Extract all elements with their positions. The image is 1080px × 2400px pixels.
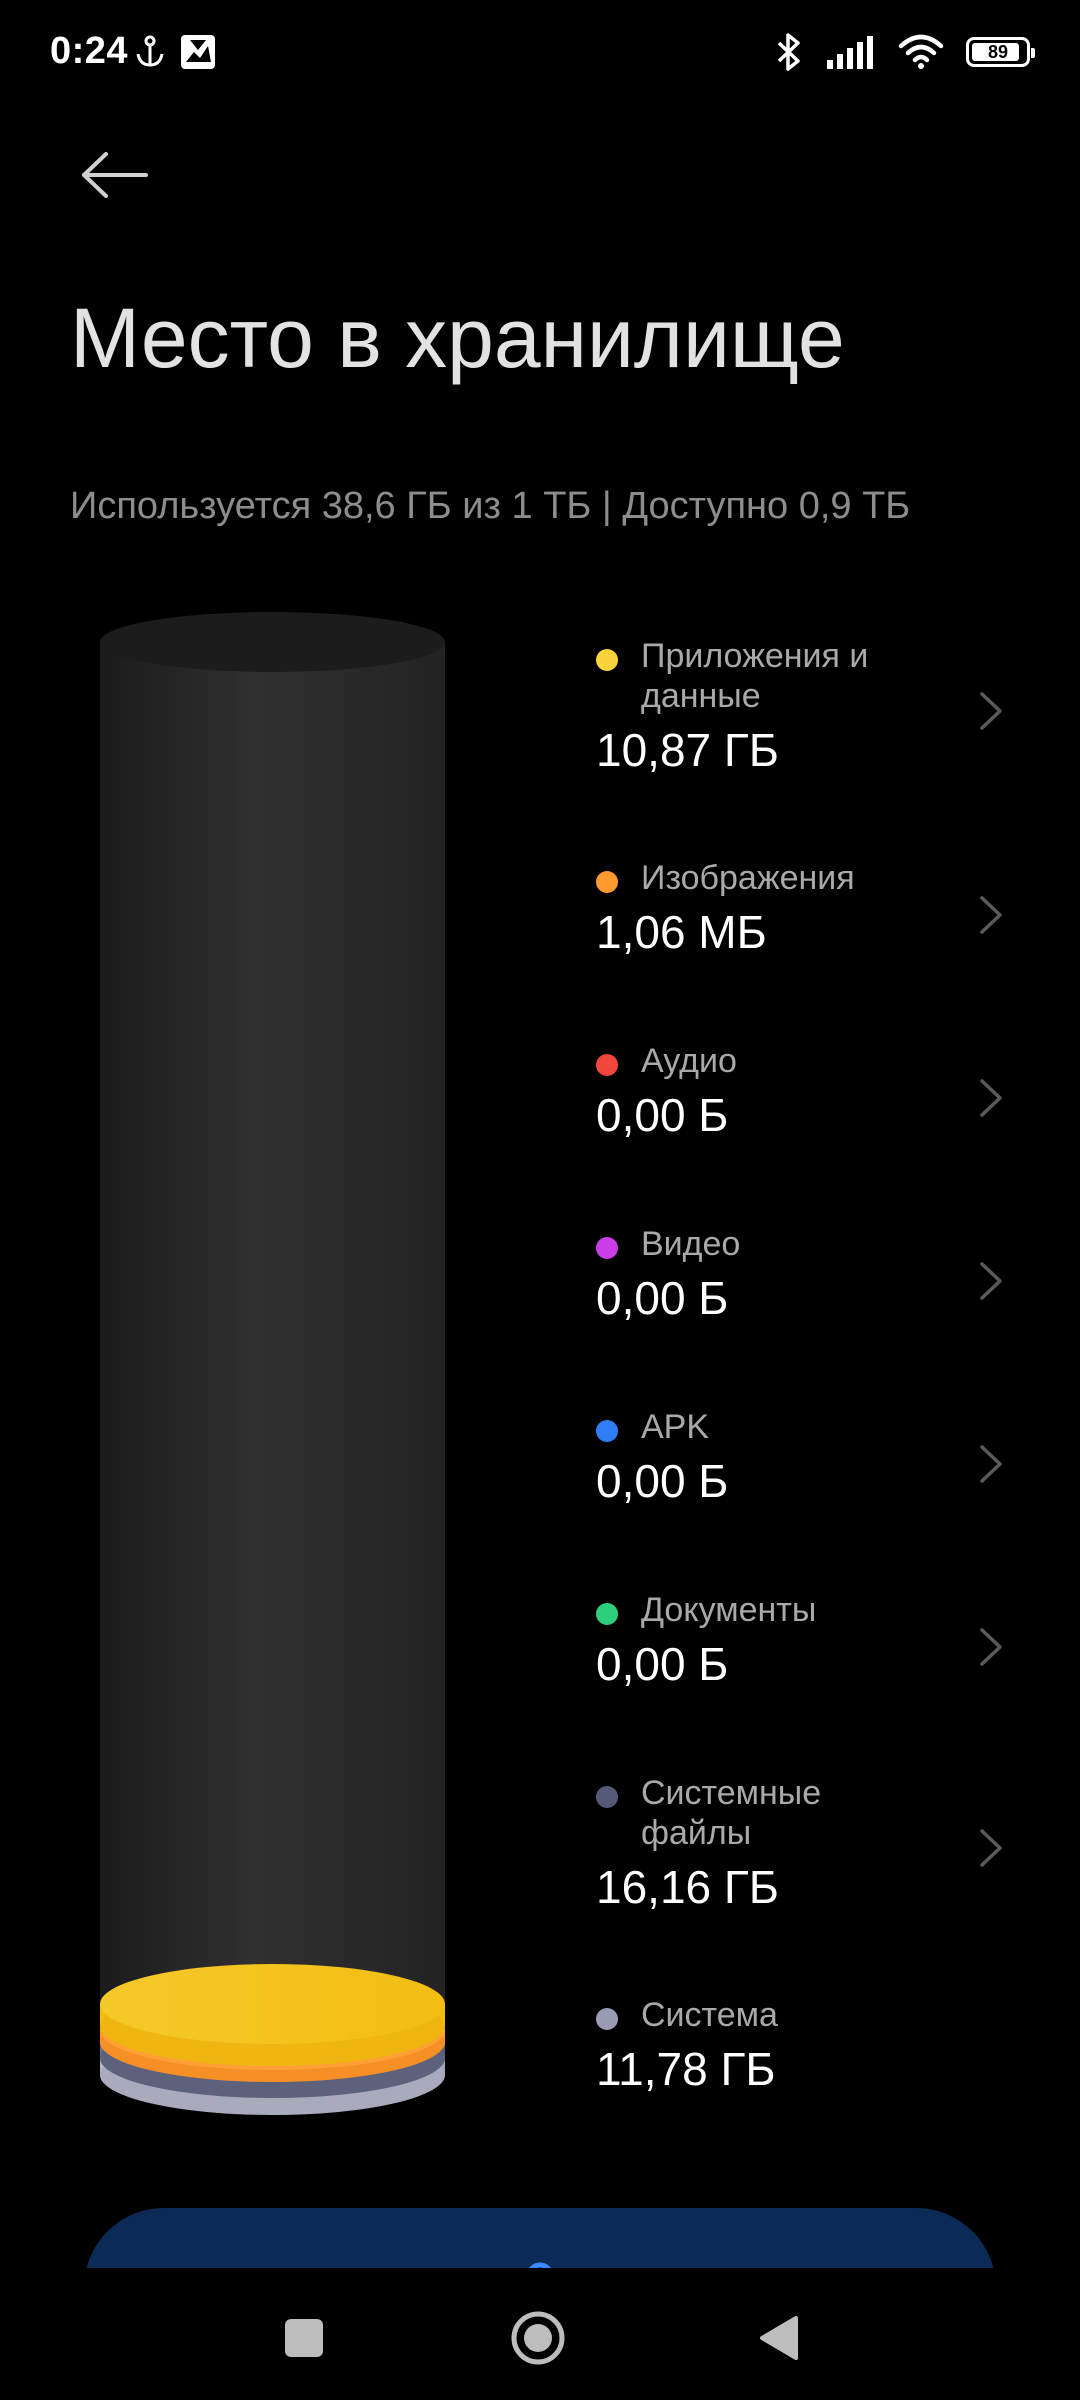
category-images[interactable]: Изображения 1,06 МБ [596,858,1006,960]
category-color-dot [596,871,618,893]
battery-level: 89 [987,41,1009,62]
chevron-right-icon [980,692,1002,730]
chevron-right-icon [980,1628,1002,1666]
signal-icon [827,36,873,69]
category-size: 0,00 Б [596,1089,729,1141]
category-label: Видео [641,1225,741,1263]
category-video[interactable]: Видео 0,00 Б [596,1224,1006,1326]
status-icons: 89 [774,30,1035,74]
battery-icon: 89 [966,37,1035,67]
category-documents[interactable]: Документы 0,00 Б [596,1590,1006,1692]
square-icon [285,2319,323,2357]
layer-apps [100,1964,445,2066]
circle-icon [511,2311,565,2365]
category-size: 0,00 Б [596,1272,729,1324]
category-apps[interactable]: Приложения и данные 10,87 ГБ [596,636,1006,778]
category-size: 1,06 МБ [596,906,767,958]
storage-summary: Используется 38,6 ГБ из 1 ТБ | Доступно … [70,485,911,527]
category-label: Документы [641,1591,817,1629]
category-audio[interactable]: Аудио 0,00 Б [596,1041,1006,1143]
chevron-right-icon [980,896,1002,934]
chevron-right-icon [980,1445,1002,1483]
category-label: Системные файлы [641,1774,822,1852]
nav-home-button[interactable] [508,2308,568,2368]
anchor-icon [136,35,164,67]
cylinder-top [100,612,445,672]
nav-back-button[interactable] [748,2308,808,2368]
storage-cylinder [100,612,445,2115]
category-color-dot [596,1420,618,1442]
category-size: 0,00 Б [596,1455,729,1507]
chevron-right-icon [980,1262,1002,1300]
category-color-dot [596,1603,618,1625]
arrow-left-icon [82,152,148,198]
cylinder-body [100,642,445,2042]
status-time: 0:24 [50,30,129,72]
category-label: Аудио [641,1042,737,1080]
chevron-right-icon [980,1829,1002,1867]
category-color-dot [596,1786,618,1808]
category-system-files[interactable]: Системные файлы 16,16 ГБ [596,1773,1006,1915]
category-label: Система [641,1996,778,2034]
nav-recents-button[interactable] [274,2308,334,2368]
category-color-dot [596,1237,618,1259]
category-size: 0,00 Б [596,1638,729,1690]
category-label: APK [641,1408,710,1446]
category-size: 16,16 ГБ [596,1861,779,1913]
category-label: Изображения [641,859,855,897]
category-color-dot [596,1054,618,1076]
chevron-right-icon [980,1079,1002,1117]
triangle-back-icon [760,2316,798,2360]
category-color-dot [596,649,618,671]
category-system: Система 11,78 ГБ [596,1995,1006,2097]
bluetooth-icon [777,33,800,71]
category-apk[interactable]: APK 0,00 Б [596,1407,1006,1509]
back-button[interactable] [75,140,155,210]
navigation-bar [0,2268,1080,2400]
category-color-dot [596,2008,618,2030]
image-notification-icon [181,35,215,69]
category-size: 11,78 ГБ [596,2043,776,2095]
page-title: Место в хранилище [70,291,845,385]
category-size: 10,87 ГБ [596,724,779,776]
status-bar: 0:24 89 [0,0,1080,110]
category-label: Приложения и данные [641,637,869,715]
wifi-icon [898,34,944,69]
